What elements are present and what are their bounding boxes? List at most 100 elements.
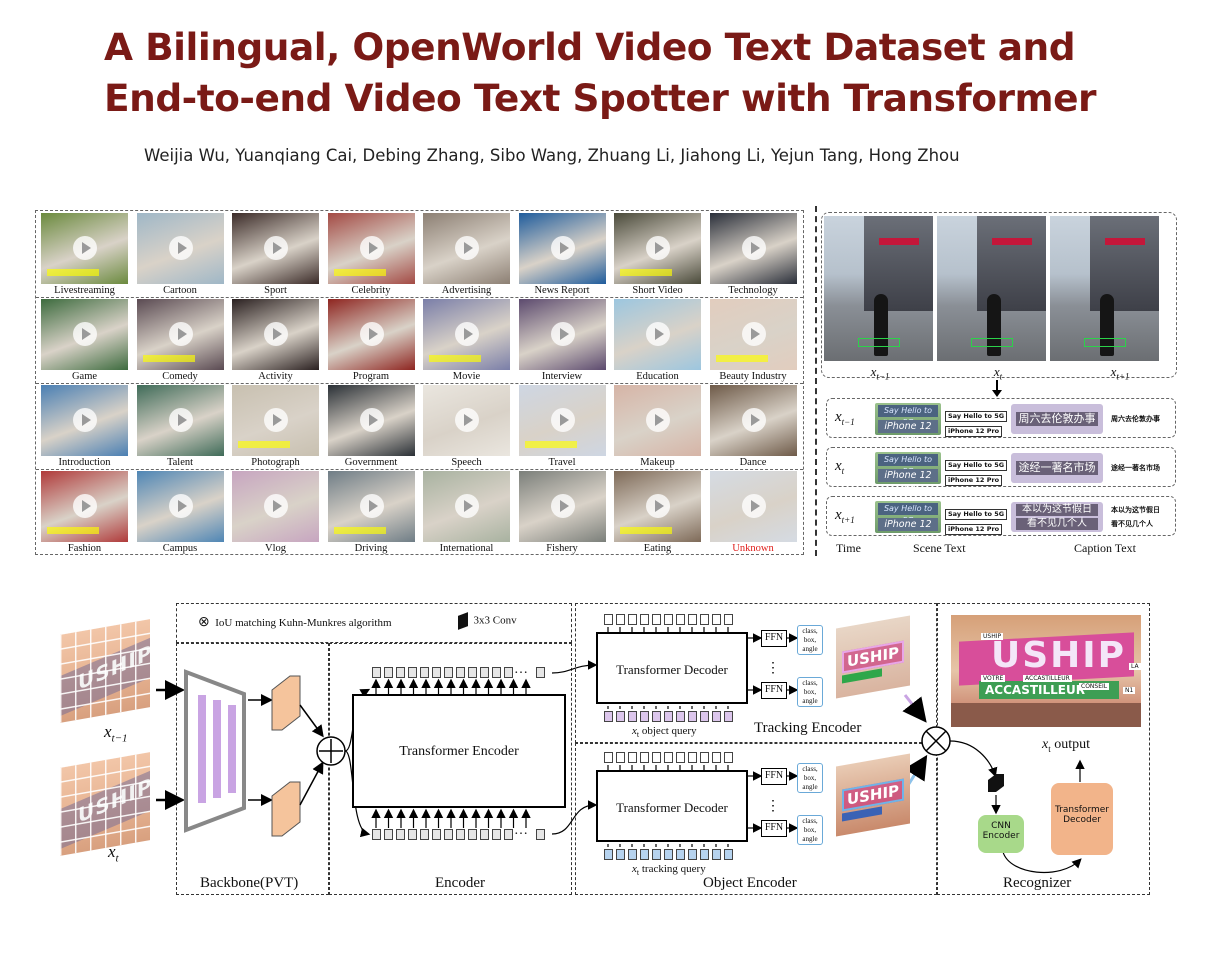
token xyxy=(616,752,625,763)
recognizer-output-image: USHIP ACCASTILLEUR USHIP VOTRE ACCASTILL… xyxy=(951,615,1141,727)
recognizer-decoder-block: Transformer Decoder xyxy=(1051,783,1113,855)
token xyxy=(536,667,545,678)
token xyxy=(688,614,697,625)
token xyxy=(676,849,685,860)
token xyxy=(712,711,721,722)
token xyxy=(480,829,489,840)
object-query-label: xt object query xyxy=(632,725,697,740)
token xyxy=(444,667,453,678)
tag-accastilleur: ACCASTILLEUR xyxy=(1023,675,1072,682)
tag-la: LA xyxy=(1129,663,1141,670)
token xyxy=(604,849,613,860)
object-prediction-text: USHIP xyxy=(842,778,904,812)
token xyxy=(712,849,721,860)
arrow-tracking-to-match xyxy=(902,694,927,723)
token xyxy=(616,849,625,860)
class-box-angle: class, box, angle xyxy=(797,625,823,655)
ffn-block: FFN xyxy=(761,682,787,699)
token xyxy=(628,849,637,860)
token xyxy=(384,829,393,840)
token xyxy=(444,829,453,840)
token xyxy=(640,711,649,722)
token xyxy=(724,614,733,625)
token xyxy=(724,711,733,722)
token xyxy=(492,829,501,840)
tracking-prediction-image: USHIP xyxy=(836,615,910,699)
tag-uship: USHIP xyxy=(981,633,1004,640)
token xyxy=(664,752,673,763)
token xyxy=(676,752,685,763)
token xyxy=(700,752,709,763)
uship-big-text: USHIP xyxy=(991,635,1127,676)
token xyxy=(628,752,637,763)
token xyxy=(420,667,429,678)
backbone-label: Backbone(PVT) xyxy=(200,875,299,891)
tag-conseil: CONSEIL xyxy=(1079,683,1110,690)
token xyxy=(492,667,501,678)
object-prediction-image: USHIP xyxy=(836,753,910,837)
token xyxy=(688,849,697,860)
token xyxy=(700,711,709,722)
token xyxy=(480,667,489,678)
token xyxy=(456,829,465,840)
uship-bottom-text: ACCASTILLEUR xyxy=(985,683,1085,697)
tag-n1: N1 xyxy=(1123,687,1136,694)
token xyxy=(384,667,393,678)
ellipsis: … xyxy=(514,662,528,677)
object-decoder-label: Transformer Decoder xyxy=(616,800,728,815)
token xyxy=(652,711,661,722)
token xyxy=(676,614,685,625)
class-box-angle: class, box, angle xyxy=(797,763,823,793)
token xyxy=(640,849,649,860)
token xyxy=(652,614,661,625)
token xyxy=(616,711,625,722)
output-label: xt output xyxy=(1042,737,1091,754)
ffn-block: FFN xyxy=(761,820,787,837)
token xyxy=(372,667,381,678)
token xyxy=(688,752,697,763)
token xyxy=(408,667,417,678)
token xyxy=(664,711,673,722)
backbone-bar xyxy=(213,700,221,798)
token xyxy=(628,711,637,722)
svg-text:⋮: ⋮ xyxy=(766,799,780,814)
token xyxy=(712,614,721,625)
token xyxy=(604,752,613,763)
token xyxy=(396,829,405,840)
token xyxy=(628,614,637,625)
token xyxy=(712,752,721,763)
token xyxy=(640,614,649,625)
token xyxy=(700,849,709,860)
token xyxy=(604,711,613,722)
token xyxy=(676,711,685,722)
token xyxy=(688,711,697,722)
feature-block-current xyxy=(271,781,301,837)
token xyxy=(468,667,477,678)
recognizer-label: Recognizer xyxy=(1003,875,1072,891)
ffn-block: FFN xyxy=(761,630,787,647)
token xyxy=(640,752,649,763)
backbone-bar xyxy=(228,705,236,793)
token xyxy=(420,829,429,840)
ffn-block: FFN xyxy=(761,768,787,785)
svg-text:⋮: ⋮ xyxy=(766,661,780,676)
token xyxy=(456,667,465,678)
token xyxy=(504,667,513,678)
token xyxy=(504,829,513,840)
tracking-prediction-text: USHIP xyxy=(842,640,904,674)
conv-icon xyxy=(988,774,1004,792)
token xyxy=(724,849,733,860)
token xyxy=(432,667,441,678)
object-encoder-label: Object Encoder xyxy=(703,875,797,891)
token xyxy=(664,849,673,860)
token xyxy=(652,752,661,763)
tracking-encoder-label: Tracking Encoder xyxy=(754,720,862,736)
cnn-encoder-block: CNN Encoder xyxy=(978,815,1024,853)
transformer-encoder-block: Transformer Encoder xyxy=(352,694,566,808)
token xyxy=(652,849,661,860)
token xyxy=(724,752,733,763)
ellipsis: … xyxy=(514,823,528,838)
backbone-bar xyxy=(198,695,206,803)
object-decoder-block: Transformer Decoder xyxy=(596,770,748,842)
token xyxy=(700,614,709,625)
